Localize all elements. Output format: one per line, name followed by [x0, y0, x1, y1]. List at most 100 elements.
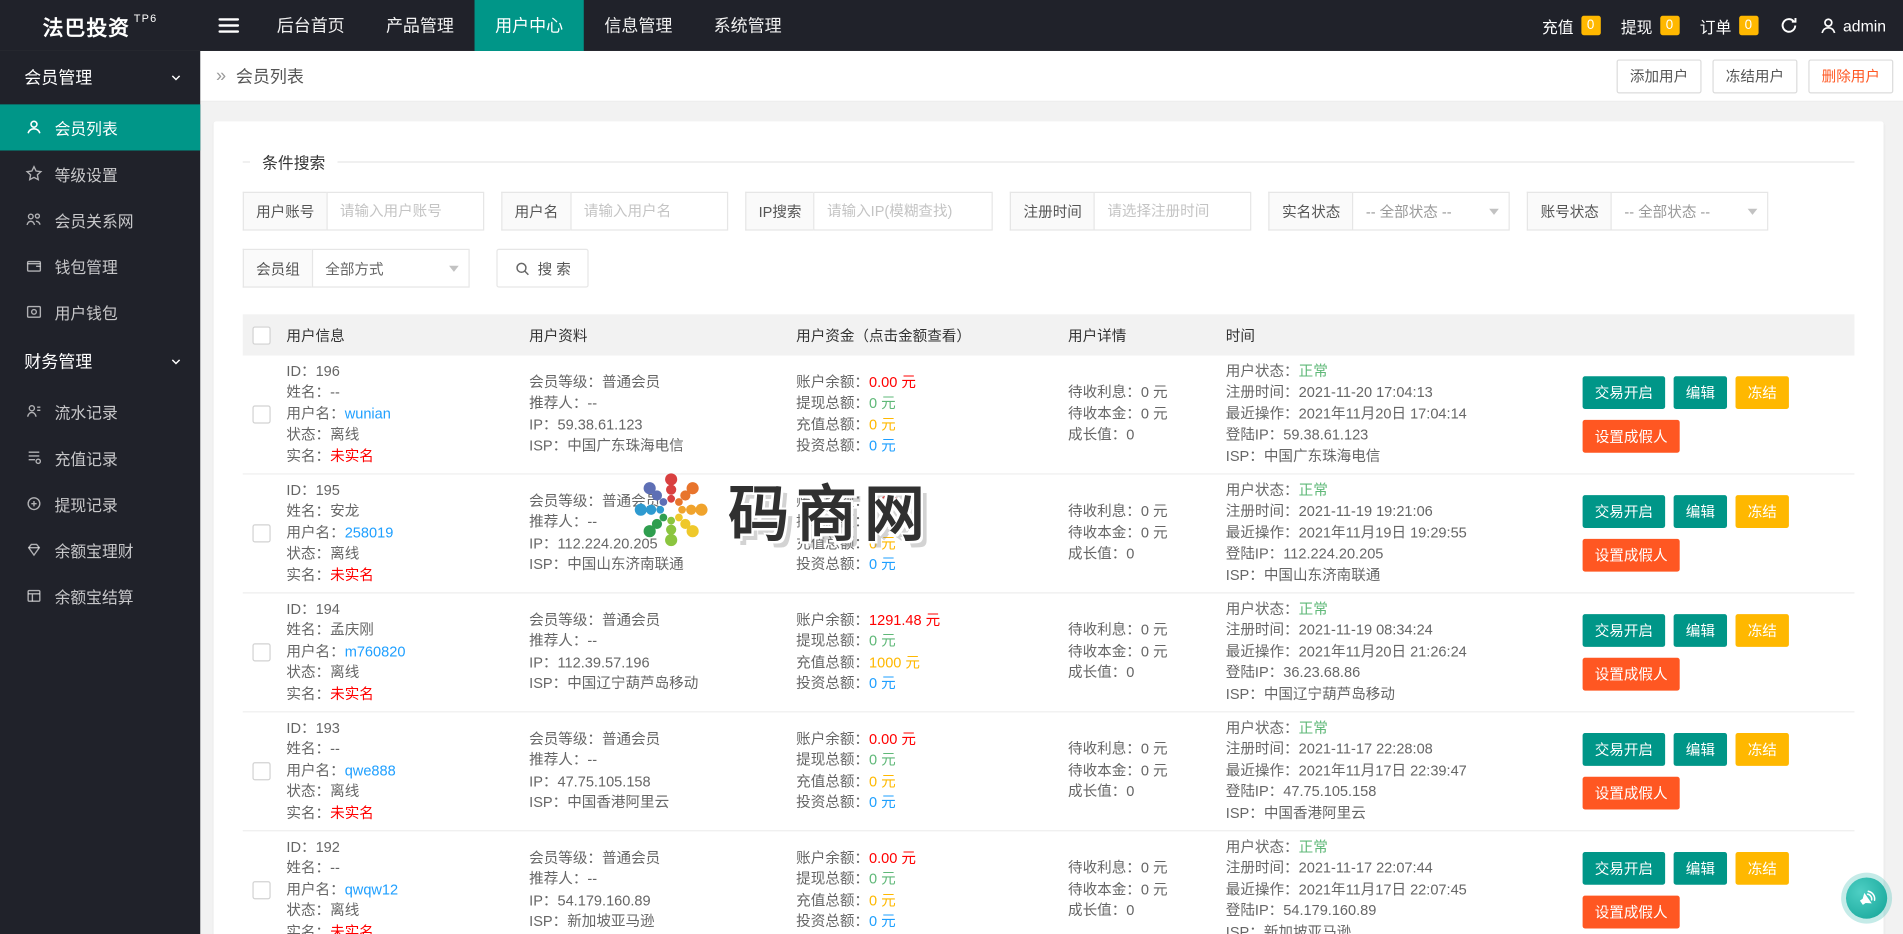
sidebar-section-finance[interactable]: 财务管理: [0, 335, 200, 388]
menu-toggle-button[interactable]: [200, 0, 256, 51]
row-checkbox-cell: [243, 593, 282, 711]
sidebar-item-level-settings[interactable]: 等级设置: [0, 150, 200, 196]
set-fake-user-button[interactable]: 设置成假人: [1583, 539, 1680, 572]
nav-item-products[interactable]: 产品管理: [365, 0, 474, 51]
invest-amount[interactable]: 0 元: [869, 556, 896, 573]
username-input[interactable]: [570, 192, 728, 231]
sidebar-item-flow-records[interactable]: 流水记录: [0, 388, 200, 434]
nav-item-information[interactable]: 信息管理: [584, 0, 693, 51]
field-isp: ISP：中国辽宁葫芦岛移动: [529, 674, 791, 695]
sidebar-section-member[interactable]: 会员管理: [0, 51, 200, 104]
field-ip: IP：59.38.61.123: [529, 414, 791, 435]
row-checkbox[interactable]: [252, 524, 270, 542]
member-group-select[interactable]: 全部方式: [312, 249, 470, 288]
select-all-checkbox[interactable]: [252, 326, 270, 344]
nav-item-dashboard[interactable]: 后台首页: [256, 0, 365, 51]
edit-button[interactable]: 编辑: [1674, 852, 1727, 885]
set-fake-user-button[interactable]: 设置成假人: [1583, 896, 1680, 929]
ledger-icon: [25, 587, 42, 604]
sidebar-item-relation-network[interactable]: 会员关系网: [0, 197, 200, 243]
admin-menu[interactable]: admin: [1819, 16, 1886, 34]
field-referrer: 推荐人：--: [529, 750, 791, 771]
row-checkbox[interactable]: [252, 405, 270, 423]
table-body: ID：196 姓名：-- 用户名：wunian 状态：离线 实名：未实名 会员等…: [243, 356, 1855, 934]
search-legend: 条件搜索: [250, 150, 337, 173]
sidebar-item-yuebao-settlement[interactable]: 余额宝结算: [0, 573, 200, 619]
search-row-2: 会员组 全部方式 搜 索: [243, 249, 1855, 288]
trade-toggle-button[interactable]: 交易开启: [1583, 376, 1666, 409]
add-user-button[interactable]: 添加用户: [1617, 59, 1702, 93]
balance-amount[interactable]: 0.00 元: [869, 730, 916, 747]
withdraw-amount[interactable]: 0 元: [869, 394, 896, 411]
invest-amount[interactable]: 0 元: [869, 675, 896, 692]
account-input[interactable]: [326, 192, 484, 231]
account-status-select[interactable]: -- 全部状态 --: [1611, 192, 1769, 231]
trade-toggle-button[interactable]: 交易开启: [1583, 852, 1666, 885]
search-panel: 条件搜索 用户账号 用户名 IP搜索 注册时间: [243, 150, 1855, 294]
username-link[interactable]: wunian: [345, 405, 391, 422]
row-checkbox[interactable]: [252, 762, 270, 780]
field-login-isp: ISP：新加坡亚马逊: [1226, 922, 1573, 934]
realname-status-select[interactable]: -- 全部状态 --: [1352, 192, 1510, 231]
withdraw-amount[interactable]: 0 元: [869, 870, 896, 887]
regtime-input[interactable]: [1094, 192, 1252, 231]
withdraw-amount[interactable]: 0 元: [869, 513, 896, 530]
sidebar-item-user-wallet[interactable]: 用户钱包: [0, 289, 200, 335]
recharge-amount[interactable]: 1000 元: [869, 654, 920, 671]
invest-amount[interactable]: 0 元: [869, 794, 896, 811]
balance-amount[interactable]: 1291.48 元: [869, 611, 940, 628]
trade-toggle-button[interactable]: 交易开启: [1583, 495, 1666, 528]
recharge-amount[interactable]: 0 元: [869, 535, 896, 552]
freeze-button[interactable]: 冻结: [1736, 733, 1789, 766]
edit-button[interactable]: 编辑: [1674, 376, 1727, 409]
edit-button[interactable]: 编辑: [1674, 495, 1727, 528]
field-name: 姓名：安龙: [286, 502, 524, 523]
set-fake-user-button[interactable]: 设置成假人: [1583, 777, 1680, 810]
sidebar-item-member-list[interactable]: 会员列表: [0, 104, 200, 150]
delete-user-button[interactable]: 删除用户: [1808, 59, 1893, 93]
balance-amount[interactable]: 0.00 元: [869, 373, 916, 390]
row-checkbox-cell: [243, 475, 282, 593]
order-counter[interactable]: 订单 0: [1700, 14, 1758, 37]
sidebar-item-recharge-records[interactable]: 充值记录: [0, 434, 200, 480]
nav-item-user-center[interactable]: 用户中心: [475, 0, 584, 51]
username-link[interactable]: qwqw12: [345, 881, 398, 898]
balance-amount[interactable]: 0.00 元: [869, 849, 916, 866]
search-button[interactable]: 搜 索: [496, 249, 589, 288]
username-link[interactable]: m760820: [345, 643, 406, 660]
freeze-button[interactable]: 冻结: [1736, 852, 1789, 885]
invest-amount[interactable]: 0 元: [869, 913, 896, 930]
freeze-button[interactable]: 冻结: [1736, 376, 1789, 409]
invest-amount[interactable]: 0 元: [869, 437, 896, 454]
refresh-button[interactable]: [1779, 16, 1798, 35]
withdraw-amount[interactable]: 0 元: [869, 751, 896, 768]
freeze-button[interactable]: 冻结: [1736, 495, 1789, 528]
sidebar-item-withdraw-records[interactable]: 提现记录: [0, 481, 200, 527]
row-checkbox[interactable]: [252, 643, 270, 661]
username-link[interactable]: qwe888: [345, 762, 396, 779]
withdraw-counter[interactable]: 提现 0: [1621, 14, 1679, 37]
field-id: ID：192: [286, 837, 524, 858]
balance-amount[interactable]: 0.00 元: [869, 492, 916, 509]
recharge-counter[interactable]: 充值 0: [1542, 14, 1600, 37]
nav-item-system[interactable]: 系统管理: [693, 0, 802, 51]
recharge-amount[interactable]: 0 元: [869, 416, 896, 433]
freeze-button[interactable]: 冻结: [1736, 614, 1789, 647]
edit-button[interactable]: 编辑: [1674, 733, 1727, 766]
recharge-amount[interactable]: 0 元: [869, 772, 896, 789]
set-fake-user-button[interactable]: 设置成假人: [1583, 658, 1680, 691]
username-link[interactable]: 258019: [345, 524, 394, 541]
set-fake-user-button[interactable]: 设置成假人: [1583, 420, 1680, 453]
row-checkbox[interactable]: [252, 881, 270, 899]
trade-toggle-button[interactable]: 交易开启: [1583, 733, 1666, 766]
trade-toggle-button[interactable]: 交易开启: [1583, 614, 1666, 647]
sidebar-item-yuebao-finance[interactable]: 余额宝理财: [0, 527, 200, 573]
member-table: 用户信息 用户资料 用户资金（点击金额查看） 用户详情 时间: [243, 314, 1855, 934]
ip-search-input[interactable]: [814, 192, 994, 231]
recharge-amount[interactable]: 0 元: [869, 891, 896, 908]
sidebar-item-wallet-management[interactable]: 钱包管理: [0, 243, 200, 289]
withdraw-amount[interactable]: 0 元: [869, 632, 896, 649]
edit-button[interactable]: 编辑: [1674, 614, 1727, 647]
freeze-user-button[interactable]: 冻结用户: [1712, 59, 1797, 93]
sound-floating-button[interactable]: [1846, 877, 1887, 918]
